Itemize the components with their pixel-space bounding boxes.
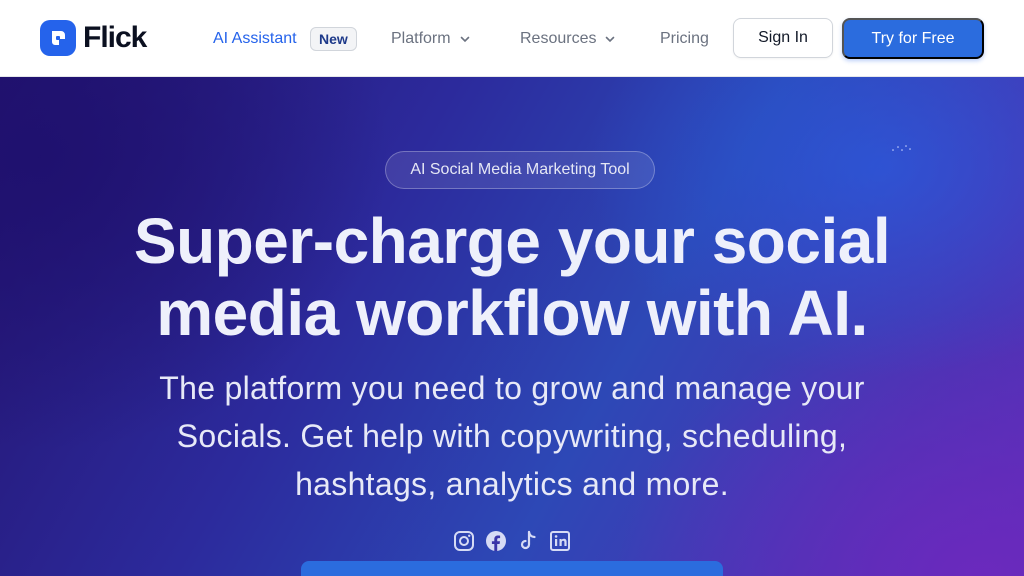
hero-section: AI Social Media Marketing Tool Super-cha… bbox=[0, 77, 1024, 576]
hero-headline-line-2: media workflow with AI. bbox=[156, 277, 868, 349]
instagram-icon[interactable] bbox=[452, 529, 476, 553]
sparkle-decoration-icon bbox=[890, 141, 914, 153]
nav-platform-dropdown[interactable]: Platform bbox=[391, 28, 471, 50]
nav-resources-dropdown[interactable]: Resources bbox=[520, 28, 616, 50]
brand-logo[interactable]: Flick bbox=[40, 20, 147, 56]
hero-headline: Super-charge your social media workflow … bbox=[0, 205, 1024, 349]
linkedin-icon[interactable] bbox=[548, 529, 572, 553]
brand-name: Flick bbox=[83, 21, 147, 54]
chevron-down-icon bbox=[459, 33, 471, 45]
try-for-free-button[interactable]: Try for Free bbox=[842, 18, 984, 59]
new-badge: New bbox=[310, 27, 357, 51]
nav-platform-label: Platform bbox=[391, 30, 451, 47]
flick-logo-icon bbox=[40, 20, 76, 56]
social-icons-row bbox=[452, 529, 572, 553]
hero-subheadline: The platform you need to grow and manage… bbox=[132, 364, 892, 508]
tiktok-icon[interactable] bbox=[516, 529, 540, 553]
top-navigation: Flick AI Assistant New Platform Resource… bbox=[0, 0, 1024, 77]
hero-sub-line-2: Socials. Get help with copywriting, sche… bbox=[176, 418, 848, 454]
hero-sub-line-1: The platform you need to grow and manage… bbox=[159, 370, 865, 406]
hero-sub-line-3: hashtags, analytics and more. bbox=[295, 466, 729, 502]
sign-in-button[interactable]: Sign In bbox=[733, 18, 833, 58]
nav-resources-label: Resources bbox=[520, 30, 597, 47]
nav-pricing[interactable]: Pricing bbox=[660, 28, 709, 50]
hero-cta-button[interactable] bbox=[301, 561, 723, 576]
chevron-down-icon bbox=[604, 33, 616, 45]
nav-ai-assistant[interactable]: AI Assistant bbox=[213, 28, 297, 50]
hero-tag-pill: AI Social Media Marketing Tool bbox=[385, 151, 655, 189]
facebook-icon[interactable] bbox=[484, 529, 508, 553]
hero-headline-line-1: Super-charge your social bbox=[133, 205, 891, 277]
